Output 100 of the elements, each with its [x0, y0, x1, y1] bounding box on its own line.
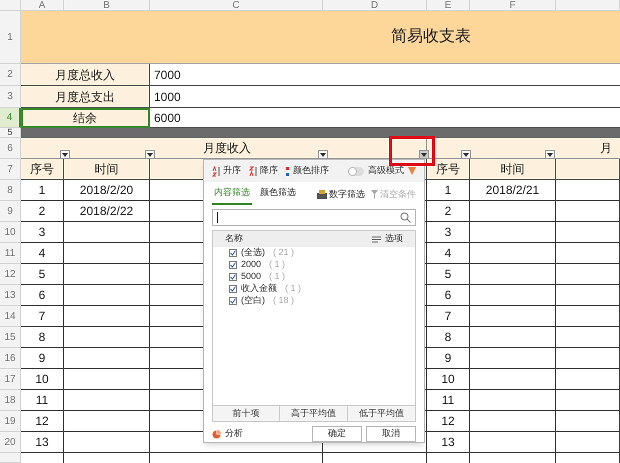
select-all-corner — [0, 0, 21, 11]
column-header: D — [323, 0, 427, 11]
table-cell: 2018/2/21 — [470, 180, 556, 201]
checkbox[interactable] — [229, 273, 237, 281]
sort-ascending-icon — [212, 166, 221, 176]
list-item-label[interactable]: (空白) — [241, 294, 265, 308]
row-number: 7 — [0, 159, 21, 180]
table-cell: 1 — [427, 180, 470, 201]
table-cell — [556, 306, 620, 327]
table-cell: 4 — [21, 243, 64, 264]
table-cell: 13 — [21, 432, 64, 453]
table-cell: 10 — [427, 369, 470, 390]
filter-dropdown-button[interactable] — [545, 150, 555, 159]
table-cell: 13 — [427, 432, 470, 453]
table-cell: 2 — [427, 201, 470, 222]
item-count: ( 18 ) — [273, 294, 294, 308]
row-number: 14 — [0, 306, 21, 327]
table-cell — [556, 222, 620, 243]
sort-option[interactable]: 颜色排序 — [293, 164, 329, 178]
filter-dropdown-button[interactable] — [60, 150, 70, 159]
column-header — [556, 0, 620, 11]
list-item-label[interactable]: 2000 — [241, 258, 262, 272]
row-number: 9 — [0, 201, 21, 222]
row-number: 18 — [0, 390, 21, 411]
row-number: 8 — [0, 180, 21, 201]
column-header: A — [21, 0, 64, 11]
sort-option[interactable]: 降序 — [260, 164, 278, 178]
options-icon — [372, 236, 381, 242]
checkbox[interactable] — [229, 249, 237, 257]
quick-filter-button[interactable]: 前十项 — [213, 406, 280, 421]
row-number: 12 — [0, 264, 21, 285]
row-number: 11 — [0, 243, 21, 264]
filter-dropdown-button[interactable] — [419, 150, 429, 159]
number-filter-icon — [317, 190, 327, 199]
table-cell — [556, 201, 620, 222]
filter-tab[interactable]: 内容筛选 — [212, 186, 252, 205]
sort-descending-icon — [249, 166, 258, 176]
table-cell — [556, 432, 620, 453]
table-cell — [556, 327, 620, 348]
row-number: 16 — [0, 348, 21, 369]
table-cell: 8 — [427, 327, 470, 348]
table-cell — [556, 285, 620, 306]
table-cell: 6 — [427, 285, 470, 306]
quick-filter-button[interactable]: 高于平均值 — [280, 406, 348, 421]
list-item-label[interactable]: (全选) — [241, 246, 265, 260]
table-cell: 3 — [21, 222, 64, 243]
list-item-label[interactable]: 收入金额 — [241, 282, 277, 296]
list-item-label[interactable]: 5000 — [241, 270, 262, 284]
table-cell: 2018/2/20 — [64, 180, 150, 201]
table-cell: 5 — [21, 264, 64, 285]
table-cell: 11 — [427, 390, 470, 411]
row-number: 6 — [0, 138, 21, 159]
highlight-frame — [389, 136, 435, 166]
table-cell: 9 — [427, 348, 470, 369]
search-field[interactable] — [212, 209, 416, 226]
quick-filter-button[interactable]: 低于平均值 — [348, 406, 415, 421]
checkbox[interactable] — [229, 297, 237, 305]
filter-tab[interactable]: 颜色筛选 — [258, 186, 298, 205]
table-cell: 11 — [21, 390, 64, 411]
row-number: 2 — [0, 64, 21, 86]
table-cell: 2018/2/22 — [64, 201, 150, 222]
header-cell: 时间 — [470, 159, 556, 180]
filter-dropdown-button[interactable] — [145, 150, 155, 159]
column-header: B — [64, 0, 150, 11]
filter-dropdown-button[interactable] — [318, 150, 328, 159]
row-number: 3 — [0, 86, 21, 108]
table-cell: 12 — [427, 411, 470, 432]
table-cell: 7 — [21, 306, 64, 327]
toggle-switch[interactable] — [348, 166, 364, 176]
dialog-button[interactable]: 取消 — [366, 426, 416, 442]
pie-chart-icon — [212, 430, 221, 438]
filter-dropdown-button[interactable] — [461, 150, 471, 159]
options-button[interactable]: 选项 — [385, 232, 403, 246]
toggle-label: 高级模式 — [368, 164, 404, 178]
analysis-button[interactable]: 分析 — [225, 427, 243, 441]
column-header: F — [470, 0, 556, 11]
table-cell — [556, 243, 620, 264]
row-number: 5 — [0, 128, 21, 138]
label-cell: 结余 — [21, 108, 150, 128]
item-count: ( 1 ) — [269, 270, 286, 284]
table-cell: 8 — [21, 327, 64, 348]
row-number: 10 — [0, 222, 21, 243]
sort-option[interactable]: 升序 — [223, 164, 241, 178]
header-cell: 时间 — [64, 159, 150, 180]
table-cell — [556, 369, 620, 390]
row-header — [0, 453, 21, 463]
search-icon[interactable] — [400, 212, 411, 223]
checkbox[interactable] — [229, 285, 237, 293]
checkbox[interactable] — [229, 261, 237, 269]
value-cell: 7000 — [150, 64, 620, 86]
table-cell: 3 — [427, 222, 470, 243]
row-number: 4 — [0, 108, 21, 128]
header-cell: 序号 — [427, 159, 470, 180]
column-label: 名称 — [225, 232, 243, 246]
value-cell: 1000 — [150, 86, 620, 108]
dialog-button[interactable]: 确定 — [312, 426, 362, 442]
number-filter-button[interactable]: 数字筛选 — [329, 188, 365, 201]
table-cell — [556, 264, 620, 285]
table-cell: 6 — [21, 285, 64, 306]
item-count: ( 1 ) — [285, 282, 302, 296]
